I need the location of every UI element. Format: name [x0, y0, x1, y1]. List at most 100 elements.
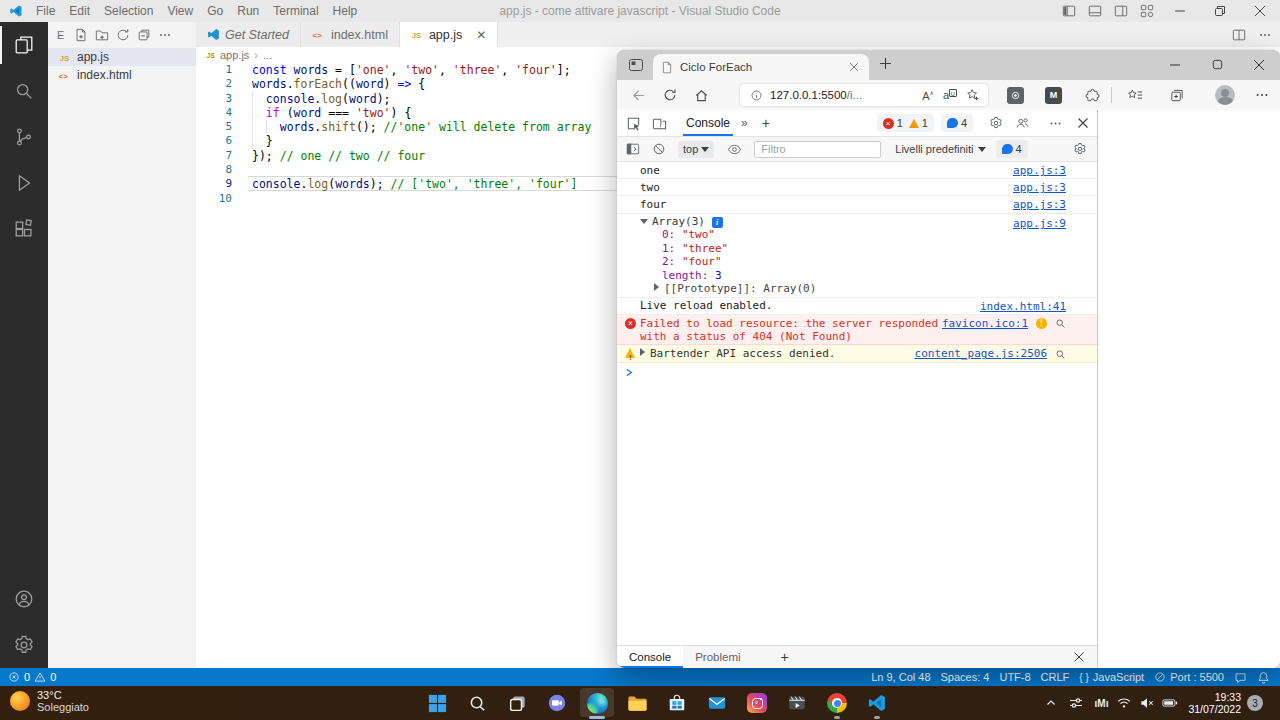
volume-muted-icon[interactable] — [1140, 697, 1154, 709]
add-devtools-tab-icon[interactable]: + — [762, 115, 770, 131]
browser-close-button[interactable] — [1238, 50, 1280, 79]
close-tab-icon[interactable]: ✕ — [476, 28, 486, 42]
tab-close-icon[interactable] — [849, 62, 861, 72]
window-close-button[interactable] — [1240, 0, 1280, 22]
back-icon[interactable] — [631, 88, 646, 103]
menu-edit[interactable]: Edit — [62, 0, 97, 22]
status-javascript[interactable]: { }JavaScript — [1079, 671, 1144, 683]
activity-explorer-icon[interactable] — [0, 22, 48, 68]
console-source-link[interactable]: app.js:9 — [1013, 217, 1066, 230]
favorites-icon[interactable] — [1127, 88, 1143, 103]
devtools-close-icon[interactable] — [1077, 117, 1089, 129]
console-source-link[interactable]: app.js:3 — [1013, 181, 1066, 194]
battery-icon[interactable] — [1162, 697, 1178, 709]
console-row-array[interactable]: Array(3) iapp.js:90: "two"1: "three"2: "… — [617, 214, 1097, 298]
tray-clock[interactable]: 19:33 31/07/2022 — [1188, 691, 1241, 715]
device-toolbar-icon[interactable] — [652, 116, 667, 131]
console-source-link[interactable]: app.js:3 — [1013, 164, 1066, 177]
new-file-icon[interactable] — [70, 25, 91, 45]
refresh-explorer-icon[interactable] — [112, 25, 133, 45]
console-source-link[interactable]: content_page.js:2506 — [915, 347, 1047, 360]
editor-tab-app.js[interactable]: JSapp.js✕ — [400, 22, 498, 47]
status-ln-9-col-48[interactable]: Ln 9, Col 48 — [871, 671, 930, 683]
drawer-tab-console[interactable]: Console — [617, 646, 683, 668]
browser-tab[interactable]: Ciclo ForEach — [653, 54, 869, 80]
collections-icon[interactable] — [1169, 88, 1185, 103]
menu-selection[interactable]: Selection — [97, 0, 160, 22]
drawer-add-tab-icon[interactable]: + — [781, 649, 789, 665]
manage-settings-icon[interactable] — [0, 622, 48, 668]
layout-panel-icon[interactable] — [1082, 0, 1108, 22]
taskbar-movies-icon[interactable] — [777, 686, 817, 720]
tray-settings-sliders-icon[interactable] — [1069, 697, 1083, 709]
notifications-bell-icon[interactable] — [1257, 671, 1270, 684]
status-port-5500[interactable]: Port : 5500 — [1154, 671, 1224, 683]
console-source-link[interactable]: app.js:3 — [1013, 198, 1066, 211]
window-minimize-button[interactable] — [1160, 0, 1200, 22]
address-bar[interactable]: 127.0.0.1:5500/i... A∧ aƲ — [740, 84, 988, 106]
status-spaces-4[interactable]: Spaces: 4 — [941, 671, 990, 683]
more-tabs-icon[interactable]: » — [741, 116, 748, 130]
status-utf-8[interactable]: UTF-8 — [999, 671, 1030, 683]
taskbar-start-icon[interactable] — [417, 686, 457, 720]
collapse-folders-icon[interactable] — [133, 25, 154, 45]
status-problems[interactable]: 0 0 — [8, 671, 56, 683]
taskbar-chrome-icon[interactable] — [817, 686, 857, 720]
console-source-link[interactable]: favicon.ico:1 — [942, 317, 1028, 330]
profile-avatar[interactable] — [1215, 85, 1235, 105]
explorer-more-actions-icon[interactable] — [154, 25, 175, 45]
tab-actions-menu-icon[interactable] — [628, 57, 644, 73]
add-favorite-icon[interactable] — [966, 88, 980, 102]
devtools-tab-console[interactable]: Console — [679, 110, 737, 136]
translate-icon[interactable]: aƲ — [943, 89, 957, 101]
immersive-reader-icon[interactable]: A∧ — [922, 89, 934, 102]
split-editor-icon[interactable] — [1232, 28, 1246, 42]
layout-secondary-sidebar-icon[interactable] — [1108, 0, 1134, 22]
account-icon[interactable] — [0, 576, 48, 622]
breadcrumb-file[interactable]: app.js — [220, 49, 249, 61]
eye-icon[interactable] — [727, 143, 742, 156]
taskbar-search-icon[interactable] — [457, 686, 497, 720]
site-info-icon[interactable] — [750, 89, 763, 102]
breadcrumb-more[interactable]: ... — [263, 49, 272, 61]
activity-run-debug-icon[interactable] — [0, 160, 48, 206]
taskbar-store-icon[interactable] — [657, 686, 697, 720]
taskbar-edge-icon[interactable] — [577, 686, 617, 720]
console-prompt[interactable] — [617, 363, 1097, 369]
browser-maximize-button[interactable] — [1196, 50, 1238, 79]
file-item-index.html[interactable]: <>index.html — [48, 66, 196, 84]
wifi-icon[interactable] — [1117, 697, 1131, 709]
reload-icon[interactable] — [663, 88, 677, 102]
new-tab-button[interactable] — [879, 57, 892, 70]
editor-tab-get-started[interactable]: Get Started — [196, 22, 301, 47]
taskbar-chat-icon[interactable] — [537, 686, 577, 720]
console-sidebar-icon[interactable] — [626, 142, 640, 156]
log-levels-selector[interactable]: Livelli predefiniti — [895, 143, 985, 155]
file-item-app.js[interactable]: JSapp.js — [48, 48, 196, 66]
console-filter-input[interactable]: Filtro — [754, 141, 881, 158]
status-crlf[interactable]: CRLF — [1041, 671, 1070, 683]
editor-tab-index.html[interactable]: <>index.html — [301, 22, 400, 47]
context-selector[interactable]: top — [678, 141, 714, 158]
activity-extensions-icon[interactable] — [0, 206, 48, 252]
extensions-icon[interactable] — [1085, 88, 1100, 103]
taskbar-file-explorer-icon[interactable] — [617, 686, 657, 720]
drawer-close-icon[interactable] — [1073, 651, 1085, 663]
messages-badge[interactable]: 4 — [941, 114, 973, 132]
customize-layout-icon[interactable] — [1134, 0, 1160, 22]
feedback-icon[interactable] — [1234, 671, 1247, 684]
taskbar-task-view-icon[interactable] — [497, 686, 537, 720]
clear-console-icon[interactable] — [652, 142, 666, 156]
devtools-profiles-icon[interactable] — [1015, 116, 1030, 130]
menu-file[interactable]: File — [29, 0, 62, 22]
new-folder-icon[interactable] — [91, 25, 112, 45]
taskbar-instagram-icon[interactable] — [737, 686, 777, 720]
console-source-link[interactable]: index.html:41 — [980, 300, 1066, 313]
weather-widget[interactable]: 33°C Soleggiato — [10, 689, 89, 713]
menu-go[interactable]: Go — [200, 0, 230, 22]
layout-sidebar-icon[interactable] — [1056, 0, 1082, 22]
extension-p-icon[interactable] — [1007, 87, 1024, 104]
issues-badges[interactable]: × 1 1 — [877, 114, 934, 132]
taskbar-mail-icon[interactable] — [697, 686, 737, 720]
devtools-settings-icon[interactable] — [989, 116, 1003, 130]
